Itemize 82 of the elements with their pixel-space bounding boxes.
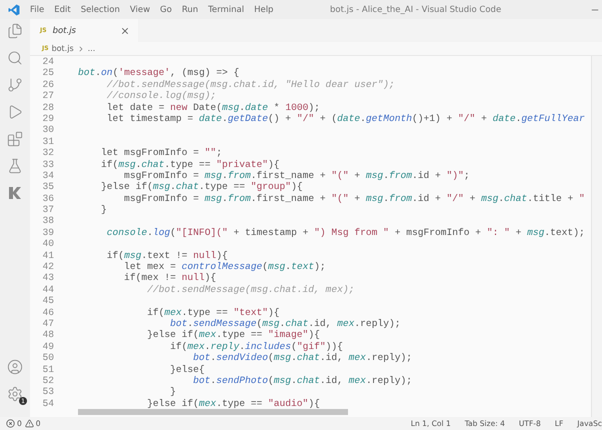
menu-item[interactable]: Selection	[76, 4, 125, 14]
horizontal-scrollbar[interactable]	[78, 409, 348, 416]
line-number: 29	[41, 112, 54, 124]
code-line: if(msg.text != null){	[106, 250, 228, 262]
line-number: 43	[41, 272, 54, 284]
line-number: 35	[41, 181, 54, 193]
menu-item[interactable]: Run	[176, 4, 204, 14]
window-title: bot.js - Alice_the_AI - Visual Studio Code	[330, 4, 502, 14]
account-icon[interactable]	[7, 359, 23, 375]
source-control-icon[interactable]	[7, 77, 23, 93]
line-number: 25	[41, 67, 54, 79]
code-line: }else if(mex.type == "audio"){	[146, 398, 320, 410]
line-number: 24	[41, 56, 54, 68]
line-number: 51	[41, 364, 54, 375]
error-icon[interactable]	[6, 419, 15, 428]
code-line: bot.sendPhoto(msg.chat.id, mex.reply);	[192, 374, 412, 386]
line-number: 45	[41, 295, 54, 307]
line-number: 44	[41, 284, 54, 296]
code-line: }	[169, 386, 176, 398]
line-number: 38	[41, 215, 54, 227]
code-line: console.log("[INFO](" + timestamp + ") Msg from " + msgFromInfo + ": " + msg.text);	[106, 226, 585, 238]
line-number: 33	[41, 158, 54, 170]
line-number: 26	[41, 78, 54, 90]
line-number: 41	[41, 250, 54, 262]
code-line: let mex = controlMessage(msg.text);	[123, 261, 326, 272]
tab-label: bot.js	[52, 26, 77, 36]
code-line: msgFromInfo = msg.from.first_name + "(" + msg.from.id + ")";	[123, 170, 470, 182]
code-line: }else if(mex.type == "image"){	[146, 329, 320, 341]
code-line: let timestamp = date.getDate() + "/" + (date.getMonth()+1) + "/" + date.getFullYear	[106, 112, 585, 124]
line-number: 39	[41, 226, 54, 238]
line-number: 50	[41, 352, 54, 364]
code-line: //console.log(msg);	[106, 90, 216, 102]
code-line: bot.on('message', (msg) => {	[78, 67, 240, 79]
line-number: 53	[41, 386, 54, 398]
line-number: 46	[41, 306, 54, 318]
line-number: 37	[41, 204, 54, 216]
code-line: let msgFromInfo = "";	[100, 147, 222, 159]
code-line: }else{	[169, 364, 205, 375]
search-icon[interactable]	[7, 50, 23, 66]
code-line: if(mex != null){	[123, 272, 216, 284]
line-number: 32	[41, 147, 54, 159]
code-line: }else if(msg.chat.type == "group"){	[100, 181, 303, 193]
line-number: 31	[41, 136, 54, 148]
line-number: 48	[41, 329, 54, 341]
code-line: if(mex.reply.includes("gif")){	[169, 340, 343, 352]
k-logo-icon[interactable]	[7, 185, 23, 201]
line-number: 52	[41, 374, 54, 386]
run-icon[interactable]	[7, 104, 23, 120]
breadcrumb-item[interactable]: bot.js	[52, 44, 74, 53]
files-icon[interactable]	[7, 23, 23, 39]
testing-icon[interactable]	[7, 158, 23, 174]
line-number: 47	[41, 318, 54, 330]
menu-item[interactable]: View	[124, 4, 156, 14]
code-line: let date = new Date(msg.date * 1000);	[106, 102, 320, 113]
code-line: }	[100, 204, 107, 216]
code-line: if(mex.type == "text"){	[146, 306, 280, 318]
code-line: //bot.sendMessage(msg.chat.id, "Hello dear user");	[106, 78, 395, 90]
vscode-logo-icon	[8, 4, 20, 16]
line-number: 28	[41, 102, 54, 113]
menu-item[interactable]: File	[25, 4, 50, 14]
menu-item[interactable]: Help	[249, 4, 278, 14]
warning-icon[interactable]	[24, 419, 34, 428]
line-number: 36	[41, 192, 54, 204]
code-line: //bot.sendMessage(msg.chat.id, mex);	[146, 284, 354, 296]
menu-item[interactable]: Terminal	[203, 4, 250, 14]
breadcrumb-item[interactable]: ...	[88, 44, 96, 53]
extensions-icon[interactable]	[7, 131, 23, 147]
line-number: 49	[41, 340, 54, 352]
code-line: msgFromInfo = msg.from.first_name + "(" + msg.from.id + "/" + msg.chat.title + "	[123, 192, 585, 204]
close-icon[interactable]	[120, 26, 130, 36]
menu-item[interactable]: Go	[155, 4, 177, 14]
line-number: 30	[41, 124, 54, 136]
line-number: 54	[41, 398, 54, 410]
line-number: 40	[41, 238, 54, 250]
menu-item[interactable]: Edit	[49, 4, 76, 14]
settings-icon[interactable]	[7, 386, 23, 402]
line-number: 34	[41, 170, 54, 182]
line-number: 27	[41, 90, 54, 102]
code-line: bot.sendMessage(msg.chat.id, mex.reply);	[169, 318, 400, 330]
line-number: 42	[41, 261, 54, 272]
code-line: if(msg.chat.type == "private"){	[100, 158, 280, 170]
code-line: bot.sendVideo(msg.chat.id, mex.reply);	[192, 352, 412, 364]
